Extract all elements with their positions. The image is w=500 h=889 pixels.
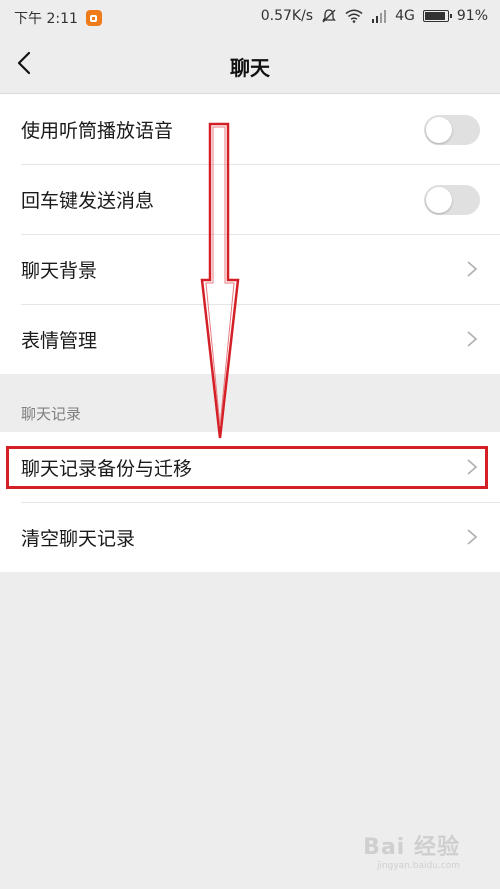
toggle-knob — [426, 117, 452, 143]
toggle-knob — [426, 187, 452, 213]
battery-percent: 91% — [456, 8, 488, 24]
setting-row-earpiece-voice[interactable]: 使用听筒播放语音 — [0, 94, 500, 164]
signal-icon — [372, 10, 387, 23]
watermark-main: Bai 经验 — [363, 835, 460, 860]
setting-row-backup-migrate[interactable]: 聊天记录备份与迁移 — [0, 432, 500, 502]
setting-label: 聊天记录备份与迁移 — [21, 457, 193, 480]
setting-label: 清空聊天记录 — [21, 527, 136, 550]
setting-label: 回车键发送消息 — [21, 189, 155, 212]
chevron-right-icon — [467, 331, 478, 347]
watermark-logo: Bai 经验 jingyan.baidu.com — [363, 829, 460, 871]
chevron-right-icon — [467, 529, 478, 545]
mute-icon — [322, 9, 336, 23]
app-notification-icon — [85, 10, 102, 26]
setting-row-sticker-management[interactable]: 表情管理 — [0, 304, 500, 374]
status-bar: 下午 2:11 0.57K/s 4G 91% — [0, 0, 500, 34]
settings-group-general: 使用听筒播放语音 回车键发送消息 聊天背景 表情管理 — [0, 94, 500, 374]
enter-to-send-toggle[interactable] — [424, 185, 480, 215]
wifi-icon — [345, 9, 363, 23]
setting-label: 使用听筒播放语音 — [21, 119, 174, 142]
network-type: 4G — [395, 8, 415, 24]
chevron-right-icon — [467, 459, 478, 475]
status-time: 下午 2:11 — [14, 11, 78, 27]
section-header-chat-history: 聊天记录 — [21, 405, 82, 423]
setting-label: 表情管理 — [21, 329, 98, 352]
network-speed: 0.57K/s — [260, 8, 314, 24]
page-title: 聊天 — [230, 56, 270, 80]
watermark-sub: jingyan.baidu.com — [376, 861, 460, 871]
setting-label: 聊天背景 — [21, 259, 98, 282]
setting-row-clear-history[interactable]: 清空聊天记录 — [0, 502, 500, 572]
navigation-bar: 聊天 — [0, 34, 500, 94]
chevron-right-icon — [467, 261, 478, 277]
setting-row-enter-to-send[interactable]: 回车键发送消息 — [0, 164, 500, 234]
battery-icon — [422, 10, 452, 22]
earpiece-voice-toggle[interactable] — [424, 115, 480, 145]
setting-row-chat-background[interactable]: 聊天背景 — [0, 234, 500, 304]
settings-group-chat-history: 聊天记录备份与迁移 清空聊天记录 — [0, 432, 500, 572]
